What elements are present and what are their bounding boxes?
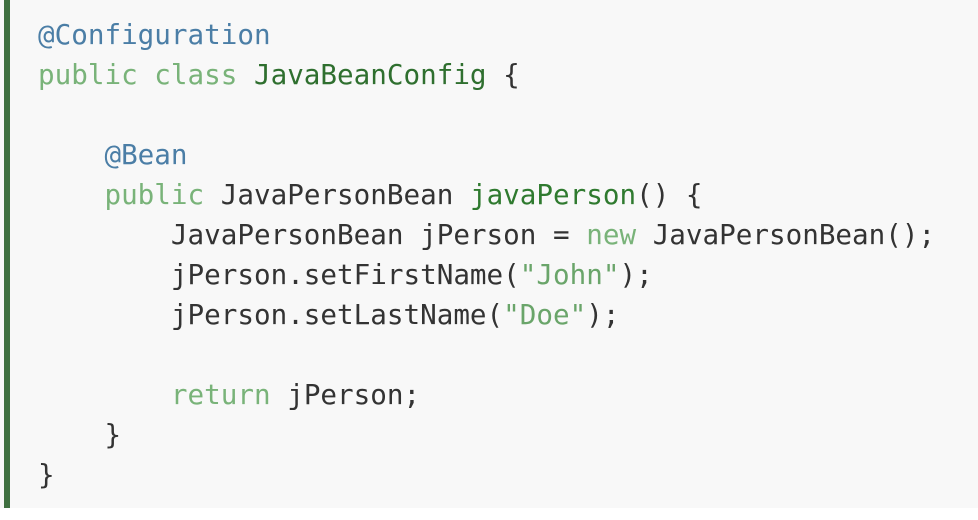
code-token-annotation: @Configuration: [38, 18, 271, 51]
code-block-accent-bar: [4, 0, 10, 508]
code-line: return jPerson;: [38, 375, 935, 415]
code-line: }: [38, 415, 935, 455]
code-token-plain: jPerson.setLastName(: [38, 298, 504, 331]
code-line: JavaPersonBean jPerson = new JavaPersonB…: [38, 215, 935, 255]
code-line: @Configuration: [38, 15, 935, 55]
code-content: @Configuration public class JavaBeanConfi…: [38, 15, 935, 495]
code-line: jPerson.setLastName("Doe");: [38, 295, 935, 335]
code-token-plain: }: [38, 418, 122, 451]
code-token-plain: {: [486, 58, 520, 91]
code-token-string: "Doe": [503, 298, 587, 331]
code-line: public JavaPersonBean javaPerson() {: [38, 175, 935, 215]
code-line: public class JavaBeanConfig {: [38, 55, 935, 95]
code-token-keyword: return: [170, 378, 271, 411]
code-token-keyword: public: [104, 178, 205, 211]
code-line: }: [38, 455, 935, 495]
code-token-string: "John": [519, 258, 620, 291]
code-token-plain: JavaPersonBean();: [636, 218, 936, 251]
code-token-plain: JavaPersonBean jPerson =: [38, 218, 587, 251]
code-token-keyword: public class: [38, 58, 254, 91]
code-token-keyword: new: [586, 218, 637, 251]
code-line: jPerson.setFirstName("John");: [38, 255, 935, 295]
code-token-type: JavaBeanConfig: [253, 58, 487, 91]
code-token-plain: jPerson;: [270, 378, 421, 411]
code-token-plain: () {: [636, 178, 703, 211]
code-token-annotation: @Bean: [104, 138, 188, 171]
code-token-plain: );: [619, 258, 653, 291]
code-token-plain: jPerson.setFirstName(: [38, 258, 520, 291]
code-token-plain: );: [586, 298, 620, 331]
code-line: @Bean: [38, 135, 935, 175]
code-token-func: javaPerson: [469, 178, 637, 211]
code-block: @Configuration public class JavaBeanConfi…: [0, 0, 978, 508]
code-token-plain: JavaPersonBean: [204, 178, 470, 211]
code-token-plain: }: [38, 458, 55, 491]
